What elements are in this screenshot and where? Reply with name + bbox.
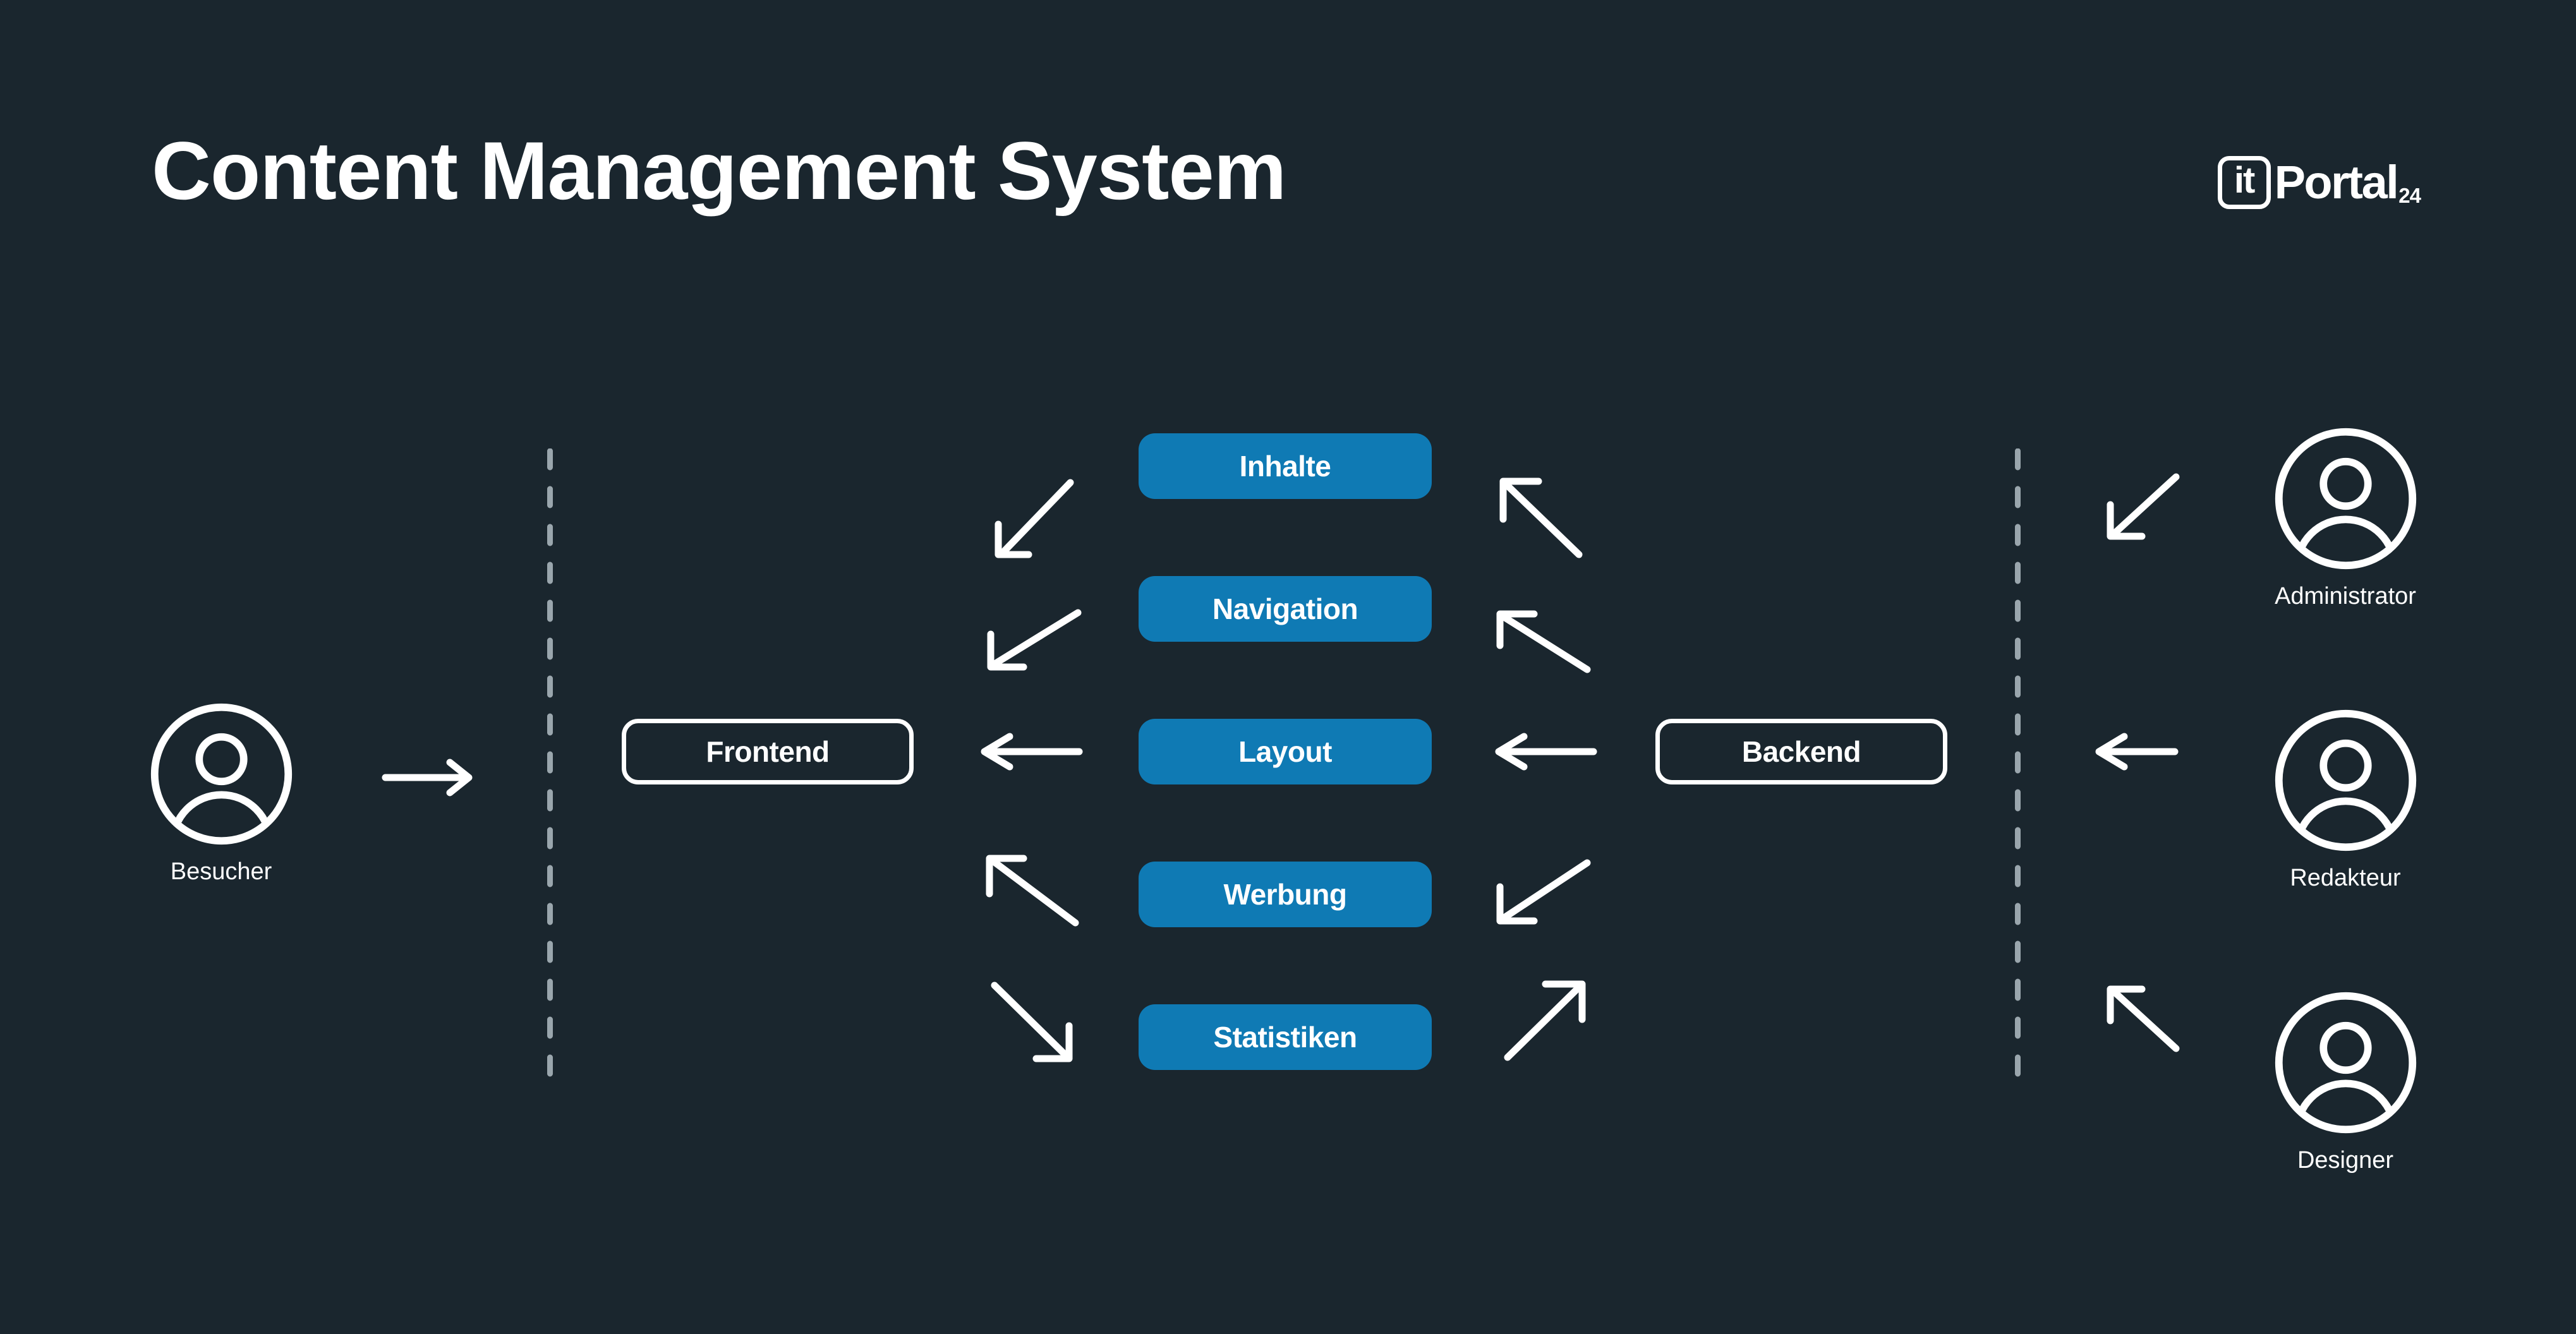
actor-designer-label: Designer (2297, 1147, 2394, 1174)
arrow-navigation-to-frontend (983, 606, 1084, 676)
node-layout[interactable]: Layout (1139, 719, 1432, 784)
node-layout-label: Layout (1238, 735, 1332, 768)
node-navigation-label: Navigation (1212, 592, 1358, 625)
node-inhalte[interactable]: Inhalte (1139, 433, 1432, 499)
actor-besucher-label: Besucher (170, 858, 272, 885)
arrow-frontend-to-statistiken (986, 978, 1080, 1066)
brand-suffix: 24 (2398, 184, 2421, 207)
node-frontend-label: Frontend (706, 735, 830, 768)
actor-redakteur-label: Redakteur (2290, 865, 2401, 891)
node-statistiken[interactable]: Statistiken (1139, 1004, 1432, 1070)
arrow-layout-to-frontend (977, 730, 1084, 774)
actor-designer: Designer (2251, 988, 2440, 1174)
user-circle-icon (2275, 709, 2416, 851)
arrow-besucher-to-frontend (382, 755, 476, 800)
node-backend-label: Backend (1741, 735, 1861, 768)
user-circle-icon (2275, 428, 2416, 570)
arrow-inhalte-to-frontend (989, 478, 1078, 560)
user-circle-icon (2275, 992, 2416, 1134)
actor-redakteur: Redakteur (2251, 706, 2440, 892)
arrow-redakteur-to-backend (2091, 730, 2180, 774)
diagram-canvas: Content Management System it Portal 24 B… (0, 0, 2576, 1334)
brand-mark-text: it (2234, 160, 2255, 201)
divider-frontend-boundary (547, 448, 553, 1079)
arrow-designer-to-backend (2101, 980, 2184, 1056)
divider-backend-boundary (2015, 448, 2021, 1079)
actor-besucher: Besucher (126, 700, 316, 886)
arrow-werbung-to-frontend (981, 850, 1082, 932)
arrow-statistiken-to-backend (1497, 978, 1592, 1066)
arrow-backend-to-layout (1491, 730, 1599, 774)
page-title: Content Management System (152, 124, 1286, 217)
node-werbung-label: Werbung (1223, 878, 1347, 911)
arrow-backend-to-inhalte (1496, 475, 1590, 563)
node-statistiken-label: Statistiken (1213, 1021, 1357, 1054)
node-backend[interactable]: Backend (1655, 719, 1947, 784)
arrow-backend-to-navigation (1491, 606, 1595, 679)
brand-wordmark: Portal (2274, 156, 2399, 208)
node-werbung[interactable]: Werbung (1139, 862, 1432, 927)
node-inhalte-label: Inhalte (1239, 450, 1331, 483)
actor-administrator-label: Administrator (2275, 583, 2416, 610)
arrow-backend-to-werbung (1491, 854, 1595, 930)
node-frontend[interactable]: Frontend (622, 719, 914, 784)
arrow-administrator-to-backend (2101, 471, 2184, 546)
node-navigation[interactable]: Navigation (1139, 576, 1432, 642)
actor-administrator: Administrator (2251, 424, 2440, 610)
brand-mark-icon: it (2217, 156, 2271, 209)
brand-logo: it Portal 24 (2217, 153, 2421, 212)
user-circle-icon (150, 703, 292, 845)
